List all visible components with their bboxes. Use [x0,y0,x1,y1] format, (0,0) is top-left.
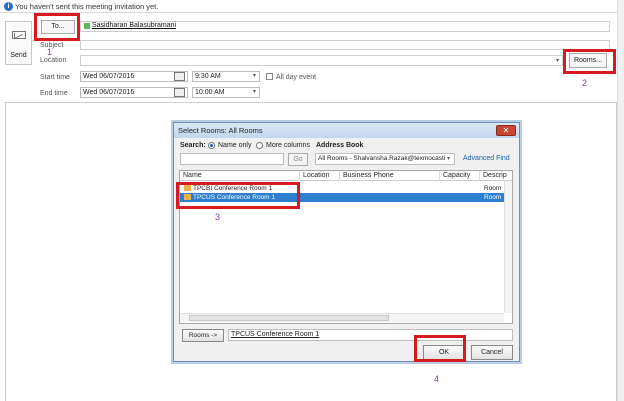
selected-room-value: TPCUS Conference Room 1 [231,331,320,338]
name-only-radio[interactable] [208,142,215,149]
chevron-down-icon[interactable]: ▾ [253,72,256,81]
to-field[interactable]: Sasidharan Balasubramani [80,21,610,32]
end-date-input[interactable]: Wed 06/07/2016 [80,87,188,98]
column-header-location[interactable]: Location [300,171,340,181]
highlight-box-ok [414,335,466,362]
subject-label: Subject [40,42,64,49]
list-header: Name Location Business Phone Capacity De… [180,171,512,181]
start-time-label: Start time [40,74,70,81]
to-recipient[interactable]: Sasidharan Balasubramani [92,22,176,29]
rooms-add-button[interactable]: Rooms -> [182,329,224,342]
search-label: Search: [180,142,206,149]
location-label: Location [40,57,67,64]
send-icon [12,31,26,39]
subject-input[interactable] [80,40,610,50]
location-input[interactable]: ▾ [80,55,563,66]
all-day-label: All day event [276,74,317,81]
search-input[interactable] [180,153,284,165]
column-header-business-phone[interactable]: Business Phone [340,171,440,181]
send-button[interactable]: Send [5,21,32,65]
info-icon: i [4,2,13,11]
cancel-button[interactable]: Cancel [471,345,513,360]
end-date-value: Wed 06/07/2016 [83,89,135,96]
annotation-2: 2 [582,78,588,88]
chevron-down-icon[interactable]: ▾ [447,155,450,162]
contact-status-icon [84,23,90,29]
start-date-input[interactable]: Wed 06/07/2016 [80,71,188,82]
name-only-label: Name only [218,142,252,149]
chevron-down-icon[interactable]: ▾ [253,88,256,97]
highlight-box-room-row [176,182,300,209]
annotation-4: 4 [434,374,440,384]
calendar-icon[interactable] [174,88,185,97]
address-book-value: All Rooms - Shalvansha.Razak@texmocasti [318,155,446,162]
vertical-scrollbar[interactable] [617,0,624,401]
select-rooms-dialog: Select Rooms: All Rooms ✕ Search: Name o… [173,122,520,362]
column-header-capacity[interactable]: Capacity [440,171,480,181]
list-vertical-scrollbar[interactable] [504,181,512,313]
highlight-box-to [34,13,80,41]
go-button[interactable]: Go [288,153,308,166]
end-time-label: End time [40,90,68,97]
start-time-input[interactable]: 9:30 AM ▾ [192,71,260,82]
info-text: You haven't sent this meeting invitation… [15,2,159,11]
address-book-label: Address Book [316,142,364,149]
address-book-select[interactable]: All Rooms - Shalvansha.Razak@texmocasti [315,153,455,165]
room-description: Room [484,194,502,201]
start-time-value: 9:30 AM [195,73,221,80]
column-header-name[interactable]: Name [180,171,300,181]
location-dropdown-icon[interactable]: ▾ [556,57,559,64]
annotation-3: 3 [215,212,221,222]
close-icon[interactable]: ✕ [496,125,516,136]
calendar-icon[interactable] [174,72,185,81]
send-label: Send [10,52,27,59]
dialog-title: Select Rooms: All Rooms [174,123,519,138]
end-time-input[interactable]: 10:00 AM ▾ [192,87,260,98]
advanced-find-link[interactable]: Advanced Find [463,155,510,162]
more-columns-radio[interactable] [256,142,263,149]
end-time-value: 10:00 AM [195,89,225,96]
highlight-box-rooms [563,49,616,74]
list-horizontal-scrollbar[interactable] [180,313,504,322]
info-bar: i You haven't sent this meeting invitati… [0,0,624,13]
start-date-value: Wed 06/07/2016 [83,73,135,80]
column-header-description[interactable]: Descrip [480,171,512,181]
room-description: Room [484,185,502,192]
all-day-checkbox[interactable] [266,73,273,80]
more-columns-label: More columns [266,142,310,149]
scrollbar-thumb[interactable] [189,315,389,321]
selected-rooms-field[interactable]: TPCUS Conference Room 1 [228,329,513,341]
